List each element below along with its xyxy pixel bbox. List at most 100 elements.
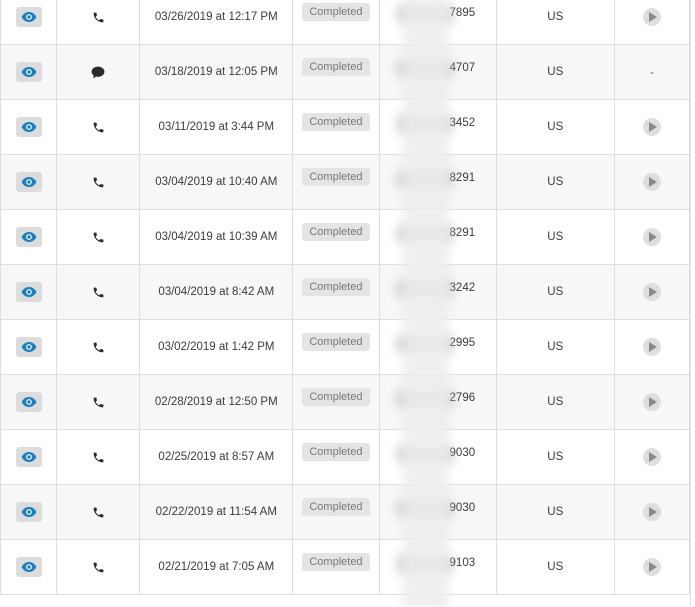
view-details-button[interactable]	[15, 172, 42, 192]
call-datetime: 02/25/2019 at 8:57 AM	[158, 451, 275, 463]
country-code: US	[547, 11, 564, 23]
phone-icon	[92, 341, 105, 353]
call-log-table-container: 03/26/2019 at 12:17 PM Completed 7895 US	[0, 0, 691, 607]
redacted-number-blur	[396, 281, 453, 297]
country-cell: US	[495, 99, 615, 155]
recording-cell	[613, 374, 690, 430]
view-details-button[interactable]	[15, 117, 42, 137]
view-cell	[0, 374, 58, 430]
play-recording-button[interactable]	[642, 283, 661, 301]
play-recording-button[interactable]	[642, 338, 661, 356]
phone-icon	[92, 176, 105, 188]
type-cell	[56, 0, 141, 45]
eye-icon	[21, 177, 36, 187]
phone-icon	[93, 397, 103, 407]
country-cell: US	[495, 264, 615, 320]
recording-cell	[613, 0, 690, 45]
play-recording-button[interactable]	[642, 118, 661, 136]
eye-icon	[21, 12, 36, 22]
phone-number-tail: 3242	[449, 282, 476, 294]
country-code: US	[547, 561, 564, 573]
number-cell: 8291	[378, 154, 497, 210]
status-cell: Completed	[292, 264, 380, 320]
phone-icon	[93, 12, 103, 22]
recording-cell	[613, 154, 690, 210]
type-cell	[56, 264, 141, 320]
phone-icon	[93, 452, 103, 462]
number-cell: 3452	[378, 99, 497, 155]
number-cell: 9103	[378, 539, 497, 595]
number-cell: 7895	[378, 0, 497, 45]
status-cell: Completed	[292, 209, 380, 265]
recording-cell	[613, 484, 690, 540]
country-cell: US	[495, 209, 615, 265]
status-cell: Completed	[292, 374, 380, 430]
view-cell	[0, 319, 58, 375]
phone-number-tail: 7895	[449, 7, 476, 19]
table-row: 02/25/2019 at 8:57 AM Completed 9030 US	[0, 429, 690, 485]
view-cell	[0, 539, 58, 595]
status-cell: Completed	[292, 429, 380, 485]
view-details-button[interactable]	[15, 557, 42, 577]
view-details-button[interactable]	[15, 282, 42, 302]
phone-icon	[92, 121, 105, 133]
date-cell: 03/11/2019 at 3:44 PM	[139, 99, 294, 155]
table-row: 03/11/2019 at 3:44 PM Completed 3452 US	[0, 99, 690, 155]
play-icon	[648, 507, 657, 517]
view-cell	[0, 209, 58, 265]
status-cell: Completed	[292, 44, 380, 100]
table-row: 03/04/2019 at 10:40 AM Completed 8291 US	[0, 154, 690, 210]
call-datetime: 03/18/2019 at 12:05 PM	[154, 66, 278, 78]
type-cell	[56, 44, 141, 100]
view-details-button[interactable]	[15, 227, 42, 247]
view-details-button[interactable]	[15, 337, 42, 357]
play-recording-button[interactable]	[642, 228, 661, 246]
play-icon	[648, 397, 657, 407]
phone-number-tail: 9030	[449, 447, 476, 459]
play-recording-button[interactable]	[642, 8, 661, 26]
play-recording-button[interactable]	[642, 558, 661, 576]
phone-icon	[92, 231, 105, 243]
table-row: 03/04/2019 at 10:39 AM Completed 8291 US	[0, 209, 690, 265]
view-cell	[0, 264, 58, 320]
country-cell: US	[495, 484, 615, 540]
status-badge: Completed	[302, 168, 370, 186]
play-recording-button[interactable]	[642, 173, 661, 191]
redacted-number-blur	[396, 171, 453, 187]
eye-icon	[21, 562, 36, 572]
status-badge: Completed	[302, 333, 370, 351]
status-badge: Completed	[302, 58, 370, 76]
redacted-number-blur	[396, 226, 453, 242]
view-details-button[interactable]	[15, 502, 42, 522]
number-cell: 8291	[378, 209, 497, 265]
status-badge: Completed	[302, 3, 370, 21]
type-cell	[56, 374, 141, 430]
play-recording-button[interactable]	[642, 393, 661, 411]
phone-icon	[92, 286, 105, 298]
eye-icon	[21, 507, 36, 517]
view-details-button[interactable]	[15, 392, 42, 412]
country-cell: US	[495, 154, 615, 210]
status-cell: Completed	[292, 539, 380, 595]
date-cell: 03/04/2019 at 10:39 AM	[139, 209, 294, 265]
redacted-number-blur	[396, 61, 453, 77]
status-badge: Completed	[302, 443, 370, 461]
country-cell: US	[495, 539, 615, 595]
play-recording-button[interactable]	[642, 448, 661, 466]
view-details-button[interactable]	[15, 7, 42, 27]
status-badge: Completed	[302, 553, 370, 571]
view-cell	[0, 154, 58, 210]
view-details-button[interactable]	[15, 62, 42, 82]
date-cell: 03/18/2019 at 12:05 PM	[139, 44, 294, 100]
number-cell: 9030	[378, 429, 497, 485]
type-cell	[56, 154, 141, 210]
no-recording-text: -	[649, 65, 654, 79]
phone-icon	[93, 122, 103, 132]
country-cell: US	[495, 0, 615, 45]
play-recording-button[interactable]	[642, 503, 661, 521]
recording-cell: -	[613, 44, 690, 100]
eye-icon	[21, 67, 36, 77]
view-details-button[interactable]	[15, 447, 42, 467]
table-row: 02/28/2019 at 12:50 PM Completed 2796 US	[0, 374, 690, 430]
phone-number-tail: 2995	[449, 337, 476, 349]
